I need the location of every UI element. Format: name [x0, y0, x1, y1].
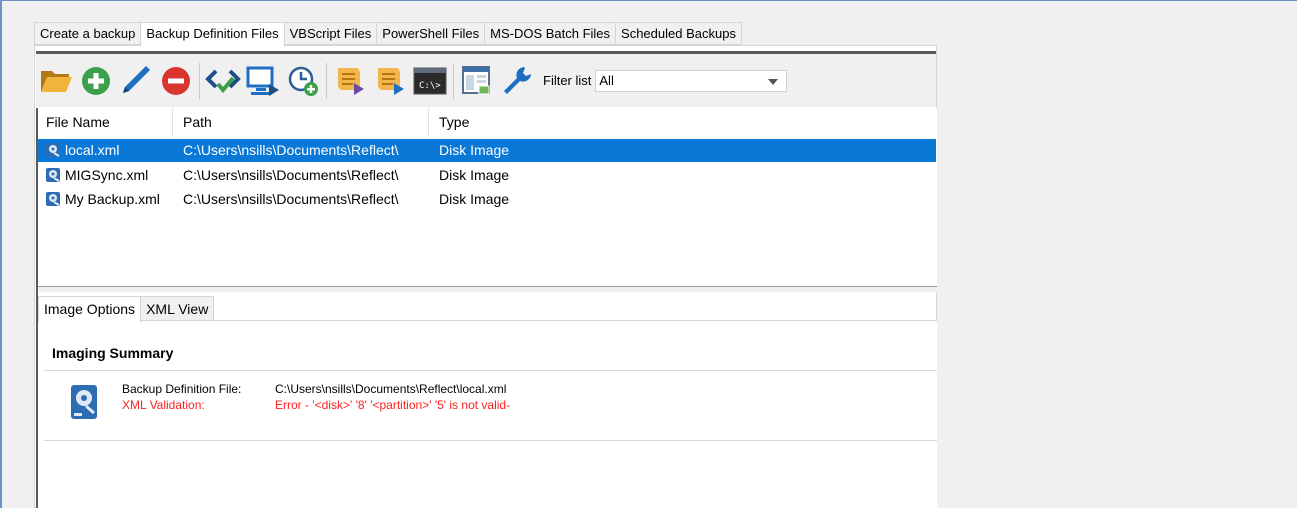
tab-xml-view[interactable]: XML View — [140, 296, 215, 321]
panel-splitter[interactable] — [36, 286, 937, 292]
list-item[interactable]: local.xml C:\Users\nsills\Documents\Refl… — [36, 139, 936, 162]
list-item[interactable]: My Backup.xml C:\Users\nsills\Documents\… — [36, 188, 937, 211]
disk-image-icon — [71, 385, 97, 419]
toolbar-separator — [326, 62, 327, 99]
type-cell: Disk Image — [439, 167, 510, 183]
tab-image-options[interactable]: Image Options — [38, 296, 142, 323]
column-header-path[interactable]: Path — [173, 108, 429, 136]
filter-list-value: All — [599, 72, 614, 88]
toolbar: C:\> Filter list All — [36, 51, 936, 107]
view-layout-button[interactable] — [457, 58, 497, 104]
file-name-cell: MIGSync.xml — [65, 167, 149, 183]
tab-create-a-backup[interactable]: Create a backup — [34, 22, 142, 45]
filter-list-label: Filter list — [543, 73, 592, 88]
view-layout-icon — [462, 65, 490, 94]
tab-vbscript-files[interactable]: VBScript Files — [283, 22, 378, 45]
file-name-cell: local.xml — [65, 142, 120, 158]
divider — [44, 440, 937, 441]
add-button[interactable] — [76, 58, 116, 104]
list-item[interactable]: MIGSync.xml C:\Users\nsills\Documents\Re… — [36, 164, 937, 187]
remove-icon — [162, 66, 190, 95]
imaging-summary-title: Imaging Summary — [52, 345, 174, 361]
schedule-icon — [288, 66, 318, 96]
filter-list-dropdown[interactable]: All — [595, 69, 788, 92]
path-cell: C:\Users\nsills\Documents\Reflect\ — [183, 142, 399, 158]
run-now-button[interactable] — [243, 58, 283, 104]
details-tab-strip: Image Options XML View — [38, 296, 215, 323]
main-tab-strip: Create a backup Backup Definition Files … — [34, 22, 742, 47]
tab-msdos-batch-files[interactable]: MS-DOS Batch Files — [484, 22, 617, 45]
settings-button[interactable] — [497, 58, 537, 104]
toolbar-separator — [453, 62, 454, 99]
disk-image-file-icon — [46, 168, 60, 182]
type-cell: Disk Image — [439, 142, 510, 158]
list-header: File Name Path Type — [36, 108, 937, 136]
schedule-button[interactable] — [283, 58, 323, 104]
window-left-border — [0, 0, 2, 508]
generate-vbscript-icon — [338, 67, 364, 95]
file-list: File Name Path Type local.xml C:\Users\n… — [36, 108, 937, 286]
disk-image-file-icon — [46, 192, 60, 206]
column-header-file-name[interactable]: File Name — [36, 108, 173, 136]
tab-backup-definition-files[interactable]: Backup Definition Files — [140, 22, 285, 47]
path-cell: C:\Users\nsills\Documents\Reflect\ — [183, 167, 399, 183]
xml-validation-label: XML Validation: — [122, 398, 205, 412]
generate-powershell-button[interactable] — [370, 58, 410, 104]
xml-validation-error: Error - '<disk>' '8' '<partition>' '5' i… — [275, 398, 511, 412]
svg-text:C:\>: C:\> — [419, 81, 441, 91]
column-header-type[interactable]: Type — [429, 108, 629, 136]
add-icon — [82, 66, 110, 95]
type-cell: Disk Image — [439, 191, 510, 207]
folder-open-icon — [41, 70, 72, 92]
settings-wrench-icon — [504, 66, 531, 94]
backup-definition-file-label: Backup Definition File: — [122, 382, 242, 396]
generate-powershell-icon — [378, 67, 404, 95]
backup-definition-file-value: C:\Users\nsills\Documents\Reflect\local.… — [275, 382, 507, 396]
open-folder-button[interactable] — [36, 58, 76, 104]
file-name-cell: My Backup.xml — [65, 191, 160, 207]
window-top-border — [0, 0, 1297, 1]
divider — [44, 370, 937, 371]
edit-pencil-icon — [123, 65, 150, 93]
tab-powershell-files[interactable]: PowerShell Files — [376, 22, 486, 45]
disk-image-file-icon — [46, 143, 60, 157]
generate-vbscript-button[interactable] — [330, 58, 370, 104]
validate-xml-icon — [205, 69, 241, 93]
path-cell: C:\Users\nsills\Documents\Reflect\ — [183, 191, 399, 207]
chevron-down-icon — [768, 78, 779, 85]
generate-batch-button[interactable]: C:\> — [410, 58, 450, 104]
validate-xml-button[interactable] — [203, 58, 243, 104]
toolbar-separator — [199, 62, 200, 99]
run-now-icon — [246, 66, 279, 96]
generate-batch-icon: C:\> — [413, 67, 447, 94]
remove-button[interactable] — [156, 58, 196, 104]
tab-scheduled-backups[interactable]: Scheduled Backups — [615, 22, 742, 45]
edit-button[interactable] — [116, 58, 156, 104]
